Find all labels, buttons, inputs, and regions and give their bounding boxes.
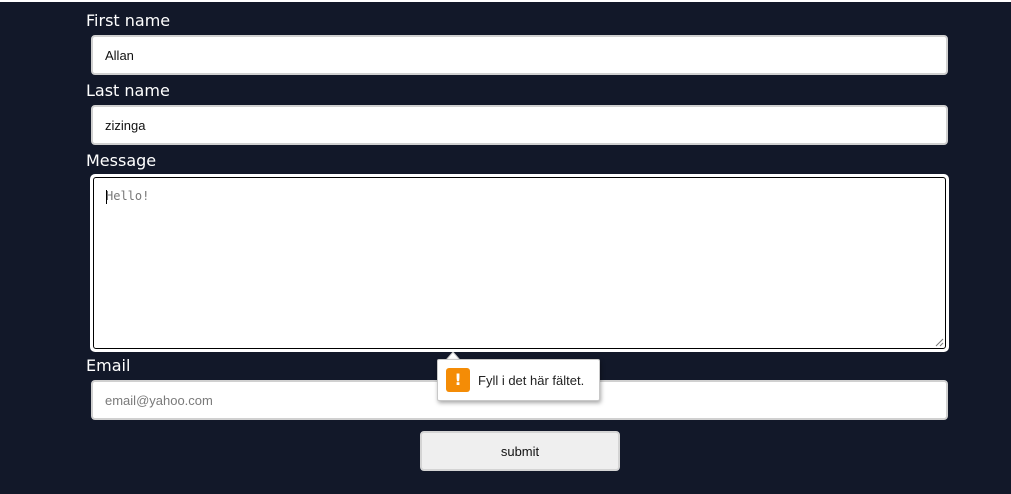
- validation-tooltip: ! Fyll i det här fältet.: [437, 359, 600, 401]
- message-textarea[interactable]: [93, 177, 946, 349]
- last-name-input[interactable]: [91, 105, 948, 145]
- last-name-label: Last name: [86, 81, 170, 100]
- contact-form-page: First name Last name Message Email submi…: [0, 2, 1011, 494]
- message-label: Message: [86, 151, 157, 170]
- message-focus-ring: [90, 174, 949, 352]
- resize-handle-icon[interactable]: [934, 337, 944, 347]
- submit-button[interactable]: submit: [420, 431, 620, 471]
- first-name-input[interactable]: [91, 35, 948, 75]
- validation-message: Fyll i det här fältet.: [478, 373, 585, 388]
- text-caret: [106, 190, 107, 204]
- first-name-label: First name: [86, 11, 171, 30]
- email-label: Email: [86, 356, 131, 375]
- warning-icon: !: [446, 368, 470, 392]
